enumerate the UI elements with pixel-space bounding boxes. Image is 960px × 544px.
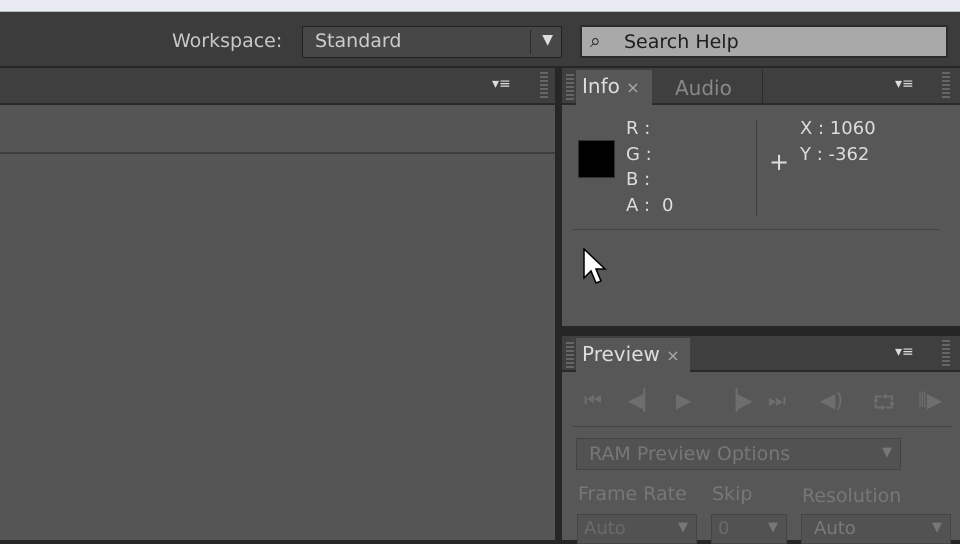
frame-rate-value: Auto	[584, 518, 626, 539]
panel-grip-icon[interactable]	[540, 72, 548, 100]
first-frame-icon[interactable]: ⏮	[584, 388, 602, 412]
close-icon[interactable]: ×	[626, 78, 639, 97]
panel-grip-icon[interactable]	[942, 72, 950, 100]
mouse-cursor-icon	[583, 248, 607, 284]
workspace-select[interactable]: Standard ▼	[302, 26, 562, 58]
panel-menu-icon[interactable]: ▾≡	[895, 344, 914, 360]
divider	[0, 152, 555, 154]
dropdown-arrow-icon: ▼	[678, 520, 688, 535]
loop-icon[interactable]: ⮔	[872, 388, 896, 422]
search-help-input[interactable]: ⌕ Search Help	[580, 25, 948, 58]
info-y: Y : -362	[800, 144, 870, 165]
ram-preview-icon[interactable]: ⦀▶	[918, 388, 942, 412]
dropdown-arrow-icon: ▼	[882, 445, 892, 460]
search-placeholder: Search Help	[624, 31, 739, 53]
window-top-strip	[0, 0, 960, 12]
resolution-value: Auto	[814, 518, 856, 539]
info-x: X : 1060	[800, 118, 876, 139]
dropdown-arrow-icon: ▼	[932, 520, 942, 535]
audio-icon[interactable]: ◀)	[820, 388, 843, 412]
info-g: G :	[626, 144, 652, 165]
next-frame-icon[interactable]: ▕▶	[722, 388, 753, 412]
tab-info-label: Info	[582, 74, 620, 98]
tab-audio[interactable]: Audio	[675, 76, 732, 100]
ram-preview-options-label: RAM Preview Options	[589, 443, 791, 465]
dropdown-arrow-icon: ▼	[542, 32, 553, 48]
workspace-value: Standard	[315, 30, 402, 52]
color-swatch	[578, 140, 615, 178]
panel-menu-icon[interactable]: ▾≡	[492, 76, 511, 92]
frame-rate-label: Frame Rate	[578, 483, 687, 505]
tab-preview-label: Preview	[582, 342, 660, 366]
workspace-label: Workspace:	[172, 30, 283, 52]
info-r: R :	[626, 118, 651, 139]
tab-preview[interactable]: Preview ×	[576, 338, 690, 374]
info-a-value: 0	[662, 195, 674, 216]
panel-grip-icon[interactable]	[566, 74, 574, 100]
left-panel-body	[0, 105, 555, 540]
close-icon[interactable]: ×	[666, 346, 679, 365]
panel-grip-icon[interactable]	[566, 342, 574, 368]
skip-label: Skip	[712, 483, 753, 505]
previous-frame-icon[interactable]: ◀▏	[628, 388, 659, 412]
crosshair-icon: +	[769, 148, 790, 176]
tab-info[interactable]: Info ×	[576, 70, 652, 107]
play-icon[interactable]: ▶	[676, 388, 691, 412]
dropdown-arrow-icon: ▼	[768, 520, 778, 535]
info-panel-body	[562, 105, 960, 326]
skip-value: 0	[718, 518, 730, 539]
last-frame-icon[interactable]: ⏭	[768, 388, 786, 412]
ram-preview-options-select[interactable]: RAM Preview Options ▼	[576, 438, 901, 470]
panel-grip-icon[interactable]	[942, 340, 950, 368]
left-panel-tabbar	[0, 68, 555, 105]
info-b: B :	[626, 169, 651, 190]
resolution-label: Resolution	[802, 485, 902, 507]
info-a: A :	[626, 195, 651, 216]
panel-menu-icon[interactable]: ▾≡	[895, 76, 914, 92]
search-icon: ⌕	[590, 30, 601, 52]
